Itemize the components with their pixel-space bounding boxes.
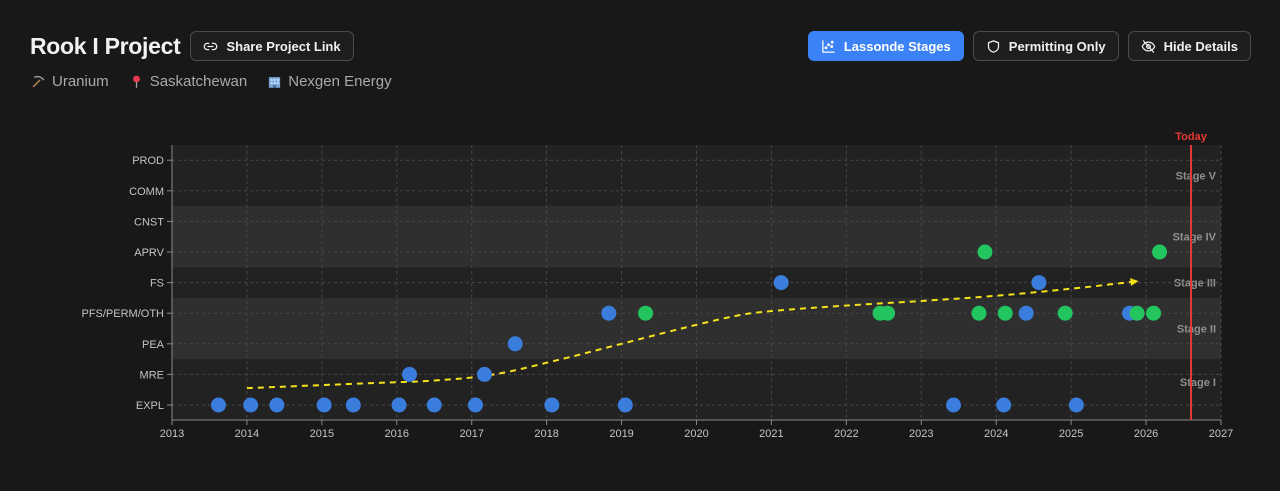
x-tick-label: 2016	[385, 428, 409, 440]
blue-data-point[interactable]	[996, 397, 1012, 413]
blue-data-point[interactable]	[946, 397, 962, 413]
y-tick-label: PEA	[142, 339, 165, 351]
x-tick-label: 2021	[759, 428, 783, 440]
stage-label: Stage II	[1177, 324, 1216, 336]
x-tick-label: 2017	[459, 428, 483, 440]
blue-data-point[interactable]	[345, 397, 361, 413]
green-data-point[interactable]	[1146, 305, 1162, 321]
green-data-point[interactable]	[1152, 244, 1168, 260]
x-tick-label: 2018	[534, 428, 558, 440]
y-tick-label: PFS/PERM/OTH	[81, 308, 164, 320]
blue-data-point[interactable]	[269, 397, 285, 413]
stage-label: Stage IV	[1173, 232, 1217, 244]
blue-data-point[interactable]	[402, 366, 418, 382]
blue-data-point[interactable]	[426, 397, 442, 413]
y-tick-label: CNST	[134, 216, 164, 228]
x-tick-label: 2020	[684, 428, 708, 440]
x-tick-label: 2019	[609, 428, 633, 440]
blue-data-point[interactable]	[476, 366, 492, 382]
x-tick-label: 2027	[1209, 428, 1233, 440]
stage-label: Stage I	[1180, 377, 1216, 389]
blue-data-point[interactable]	[544, 397, 560, 413]
green-data-point[interactable]	[977, 244, 993, 260]
x-tick-label: 2013	[160, 428, 184, 440]
y-tick-label: FS	[150, 278, 164, 290]
y-tick-label: COMM	[129, 186, 164, 198]
x-tick-label: 2014	[235, 428, 259, 440]
blue-data-point[interactable]	[1018, 305, 1034, 321]
green-data-point[interactable]	[880, 305, 896, 321]
blue-data-point[interactable]	[316, 397, 332, 413]
y-tick-label: APRV	[134, 247, 164, 259]
today-label: Today	[1175, 131, 1207, 143]
blue-data-point[interactable]	[243, 397, 259, 413]
green-data-point[interactable]	[1129, 305, 1145, 321]
y-tick-label: EXPL	[136, 400, 164, 412]
blue-data-point[interactable]	[467, 397, 483, 413]
x-tick-label: 2022	[834, 428, 858, 440]
green-data-point[interactable]	[1057, 305, 1073, 321]
blue-data-point[interactable]	[1031, 275, 1047, 291]
blue-data-point[interactable]	[601, 305, 617, 321]
stage-label: Stage V	[1176, 171, 1217, 183]
blue-data-point[interactable]	[617, 397, 633, 413]
blue-data-point[interactable]	[773, 275, 789, 291]
blue-data-point[interactable]	[1068, 397, 1084, 413]
y-tick-label: PROD	[132, 155, 164, 167]
blue-data-point[interactable]	[507, 336, 523, 352]
blue-data-point[interactable]	[391, 397, 407, 413]
x-tick-label: 2015	[310, 428, 334, 440]
x-tick-label: 2025	[1059, 428, 1083, 440]
x-tick-label: 2026	[1134, 428, 1158, 440]
x-tick-label: 2023	[909, 428, 933, 440]
green-data-point[interactable]	[971, 305, 987, 321]
blue-data-point[interactable]	[210, 397, 226, 413]
green-data-point[interactable]	[638, 305, 654, 321]
x-tick-label: 2024	[984, 428, 1008, 440]
stage-label: Stage III	[1174, 278, 1216, 290]
y-tick-label: MRE	[140, 369, 164, 381]
green-data-point[interactable]	[997, 305, 1013, 321]
lassonde-stage-chart: Stage I Stage II Stage III Stage IV Stage V E…	[81, 131, 1233, 440]
